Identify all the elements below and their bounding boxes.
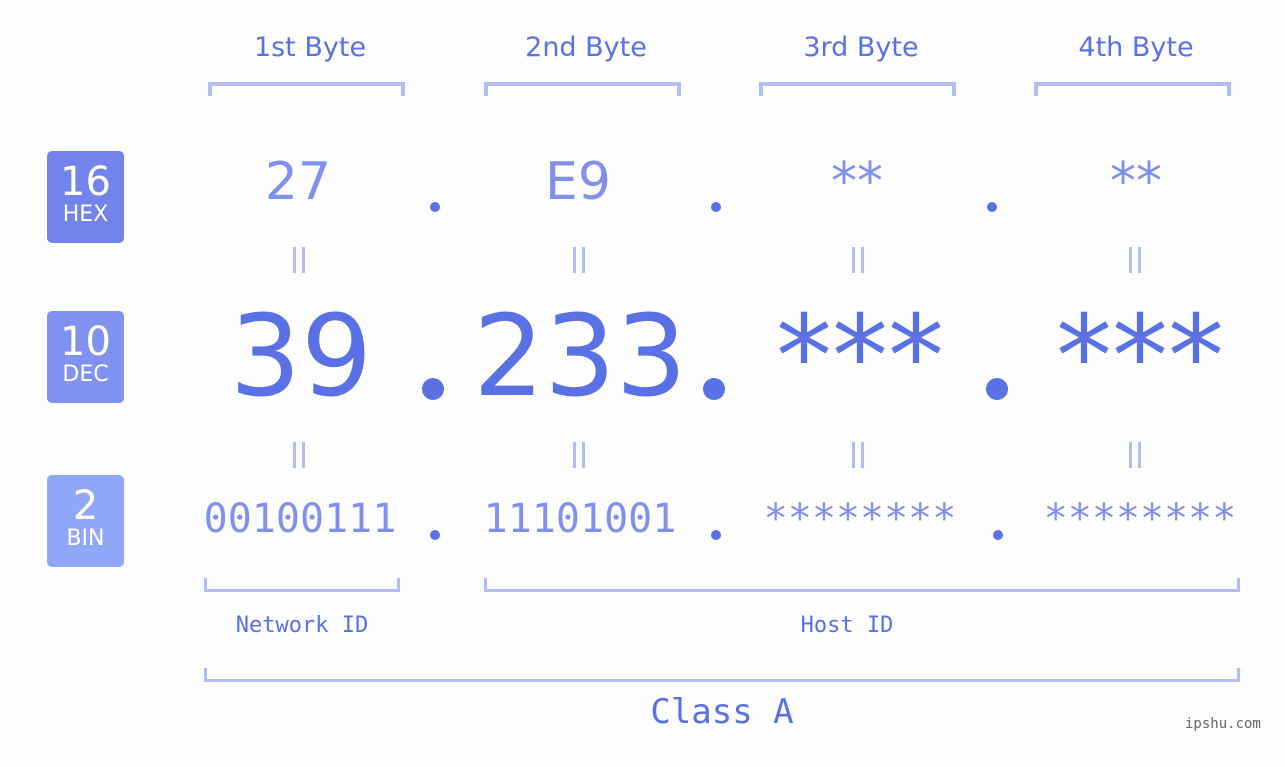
host-id-bracket xyxy=(484,578,1240,592)
hex-badge: 16 HEX xyxy=(47,151,124,243)
equals-icon xyxy=(850,442,866,468)
hex-value-4: ** xyxy=(1110,152,1162,212)
bin-dot-3 xyxy=(993,530,1003,540)
hex-value-3: ** xyxy=(831,152,883,212)
dec-badge: 10 DEC xyxy=(47,311,124,403)
byte-header-4: 4th Byte xyxy=(1078,32,1194,63)
dec-dot-2 xyxy=(703,378,725,400)
dec-value-1: 39 xyxy=(229,292,373,422)
dec-value-2: 233 xyxy=(473,292,687,422)
dec-dot-1 xyxy=(422,378,444,400)
class-bracket xyxy=(204,668,1240,682)
equals-icon xyxy=(1127,247,1143,273)
hex-badge-label: HEX xyxy=(62,202,109,227)
equals-icon xyxy=(291,247,307,273)
watermark: ipshu.com xyxy=(1185,716,1261,732)
bin-value-1: 00100111 xyxy=(203,496,397,542)
byte-bracket-4 xyxy=(1034,82,1231,96)
dec-badge-number: 10 xyxy=(60,319,111,365)
bin-value-2: 11101001 xyxy=(483,496,677,542)
class-label: Class A xyxy=(650,692,794,732)
equals-icon xyxy=(291,442,307,468)
equals-icon xyxy=(1127,442,1143,468)
network-id-bracket xyxy=(204,578,400,592)
network-id-label: Network ID xyxy=(235,613,369,638)
equals-icon xyxy=(850,247,866,273)
byte-header-2: 2nd Byte xyxy=(525,32,647,63)
bin-badge-label: BIN xyxy=(66,526,105,551)
hex-dot-3 xyxy=(987,202,997,212)
bin-badge: 2 BIN xyxy=(47,475,124,567)
bin-dot-2 xyxy=(711,530,721,540)
dec-value-4: *** xyxy=(1056,292,1224,422)
hex-dot-1 xyxy=(430,202,440,212)
hex-value-1: 27 xyxy=(264,152,332,212)
bin-value-3: ******** xyxy=(763,496,957,542)
dec-badge-label: DEC xyxy=(62,362,109,387)
bin-dot-1 xyxy=(430,530,440,540)
host-id-label: Host ID xyxy=(800,613,894,638)
byte-header-1: 1st Byte xyxy=(253,32,367,63)
dec-dot-3 xyxy=(986,378,1008,400)
equals-icon xyxy=(571,247,587,273)
hex-value-2: E9 xyxy=(545,152,611,212)
hex-dot-2 xyxy=(711,202,721,212)
equals-icon xyxy=(571,442,587,468)
hex-badge-number: 16 xyxy=(60,159,111,205)
byte-bracket-2 xyxy=(484,82,681,96)
byte-bracket-1 xyxy=(208,82,405,96)
byte-header-3: 3rd Byte xyxy=(803,32,919,63)
bin-badge-number: 2 xyxy=(72,483,99,529)
bin-value-4: ******** xyxy=(1043,496,1237,542)
dec-value-3: *** xyxy=(776,292,944,422)
byte-bracket-3 xyxy=(759,82,956,96)
